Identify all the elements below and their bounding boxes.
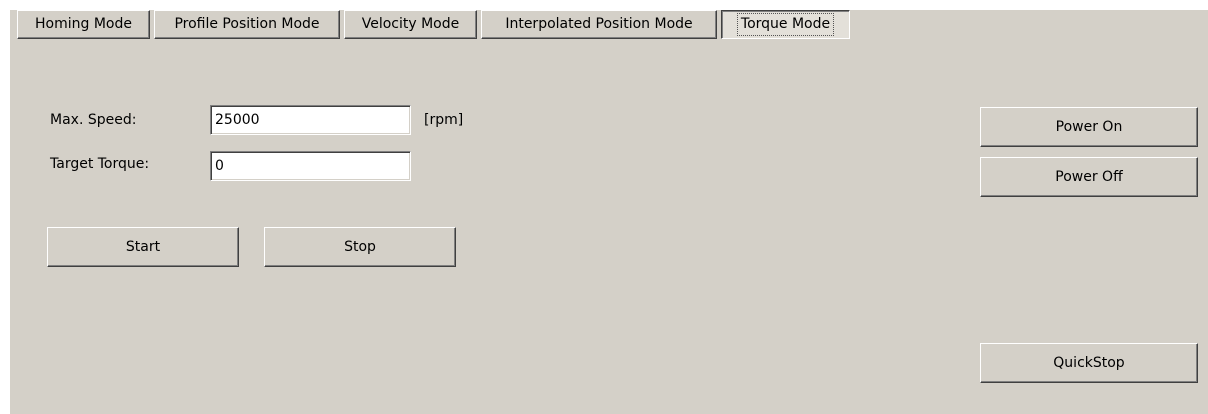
quickstop-button[interactable]: QuickStop [980,343,1198,383]
max-speed-unit: [rpm] [424,112,464,128]
tab-label: Profile Position Mode [174,16,320,32]
tab-label: Homing Mode [35,16,132,32]
tab-label: Velocity Mode [361,16,460,32]
tab-velocity-mode[interactable]: Velocity Mode [344,10,477,39]
tab-homing-mode[interactable]: Homing Mode [17,10,150,39]
tab-profile-position-mode[interactable]: Profile Position Mode [154,10,340,39]
max-speed-field[interactable] [210,105,411,135]
tab-torque-mode[interactable]: Torque Mode [721,10,850,39]
tab-interpolated-position-mode[interactable]: Interpolated Position Mode [481,10,717,39]
max-speed-label: Max. Speed: [50,112,137,128]
target-torque-field[interactable] [210,151,411,181]
start-button[interactable]: Start [47,227,239,267]
tab-label: Interpolated Position Mode [505,16,693,32]
tab-label: Torque Mode [736,13,835,36]
power-off-button[interactable]: Power Off [980,157,1198,197]
target-torque-label: Target Torque: [50,156,150,172]
power-on-button[interactable]: Power On [980,107,1198,147]
stop-button[interactable]: Stop [264,227,456,267]
